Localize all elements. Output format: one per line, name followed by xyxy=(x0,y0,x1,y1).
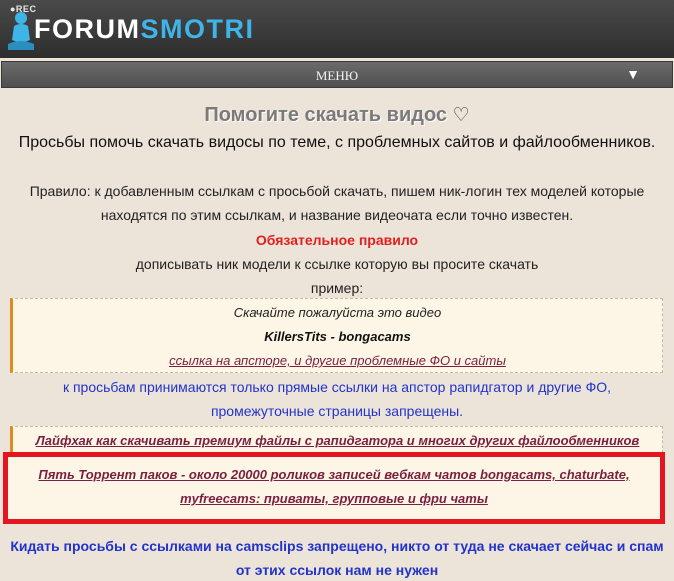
menu-label: МЕНЮ xyxy=(315,68,359,83)
example-label: пример: xyxy=(310,280,364,296)
example-request-text: Скачайте пожалуйста это видео xyxy=(233,305,442,320)
logo-wordmark: FORUMSMOTRI xyxy=(34,14,254,45)
site-header: ●REC FORUMSMOTRI xyxy=(0,0,674,58)
site-logo[interactable]: ●REC FORUMSMOTRI xyxy=(4,4,264,54)
example-link[interactable]: ссылка на апсторе, и другие проблемные Ф… xyxy=(13,353,662,368)
logo-word-smotri: SMOTRI xyxy=(140,14,255,44)
page-title-text: Помогите скачать видос xyxy=(204,104,448,126)
logo-word-forum: FORUM xyxy=(34,14,141,44)
rule-text-line3: дописывать ник модели к ссылке которую в… xyxy=(135,256,539,272)
rule-text-line1: Правило: к добавленным ссылкам с просьбо… xyxy=(29,183,645,199)
torrent-link-line2[interactable]: myfreecams: приваты, групповые и фри чат… xyxy=(8,491,660,506)
warning-line2: от этих ссылок нам не нужен xyxy=(235,562,439,578)
example-quote-box: Скачайте пожалуйста это видео KillersTit… xyxy=(10,298,663,373)
torrent-link-line1[interactable]: Пять Торрент паков - около 20000 роликов… xyxy=(8,467,660,482)
logo-rec-badge: ●REC xyxy=(10,4,37,14)
notice-line1: к просьбам принимаются только прямые ссы… xyxy=(62,379,612,395)
menu-dropdown-icon[interactable]: ▼ xyxy=(626,66,640,82)
heart-icon[interactable]: ♡ xyxy=(453,105,470,126)
forum-description: Просьбы помочь скачать видосы по теме, с… xyxy=(18,134,656,151)
page-title: Помогите скачать видос ♡ xyxy=(0,104,674,127)
menu-bar[interactable]: МЕНЮ ▼ xyxy=(1,61,673,88)
mandatory-rule-heading: Обязательное правило xyxy=(255,232,419,248)
rule-text-line2: находятся по этим ссылкам, и название ви… xyxy=(100,207,574,223)
lifehack-link[interactable]: Лайфхак как скачивать премиум файлы с ра… xyxy=(13,433,662,448)
notice-line2: промежуточные страницы запрещены. xyxy=(210,403,464,419)
torrent-highlight-box: Пять Торрент паков - около 20000 роликов… xyxy=(3,452,665,524)
warning-line1: Кидать просьбы с ссылками на camsclips з… xyxy=(10,538,664,554)
example-model-name: KillersTits - bongacams xyxy=(264,329,411,344)
lifehack-box: Лайфхак как скачивать премиум файлы с ра… xyxy=(10,426,663,453)
